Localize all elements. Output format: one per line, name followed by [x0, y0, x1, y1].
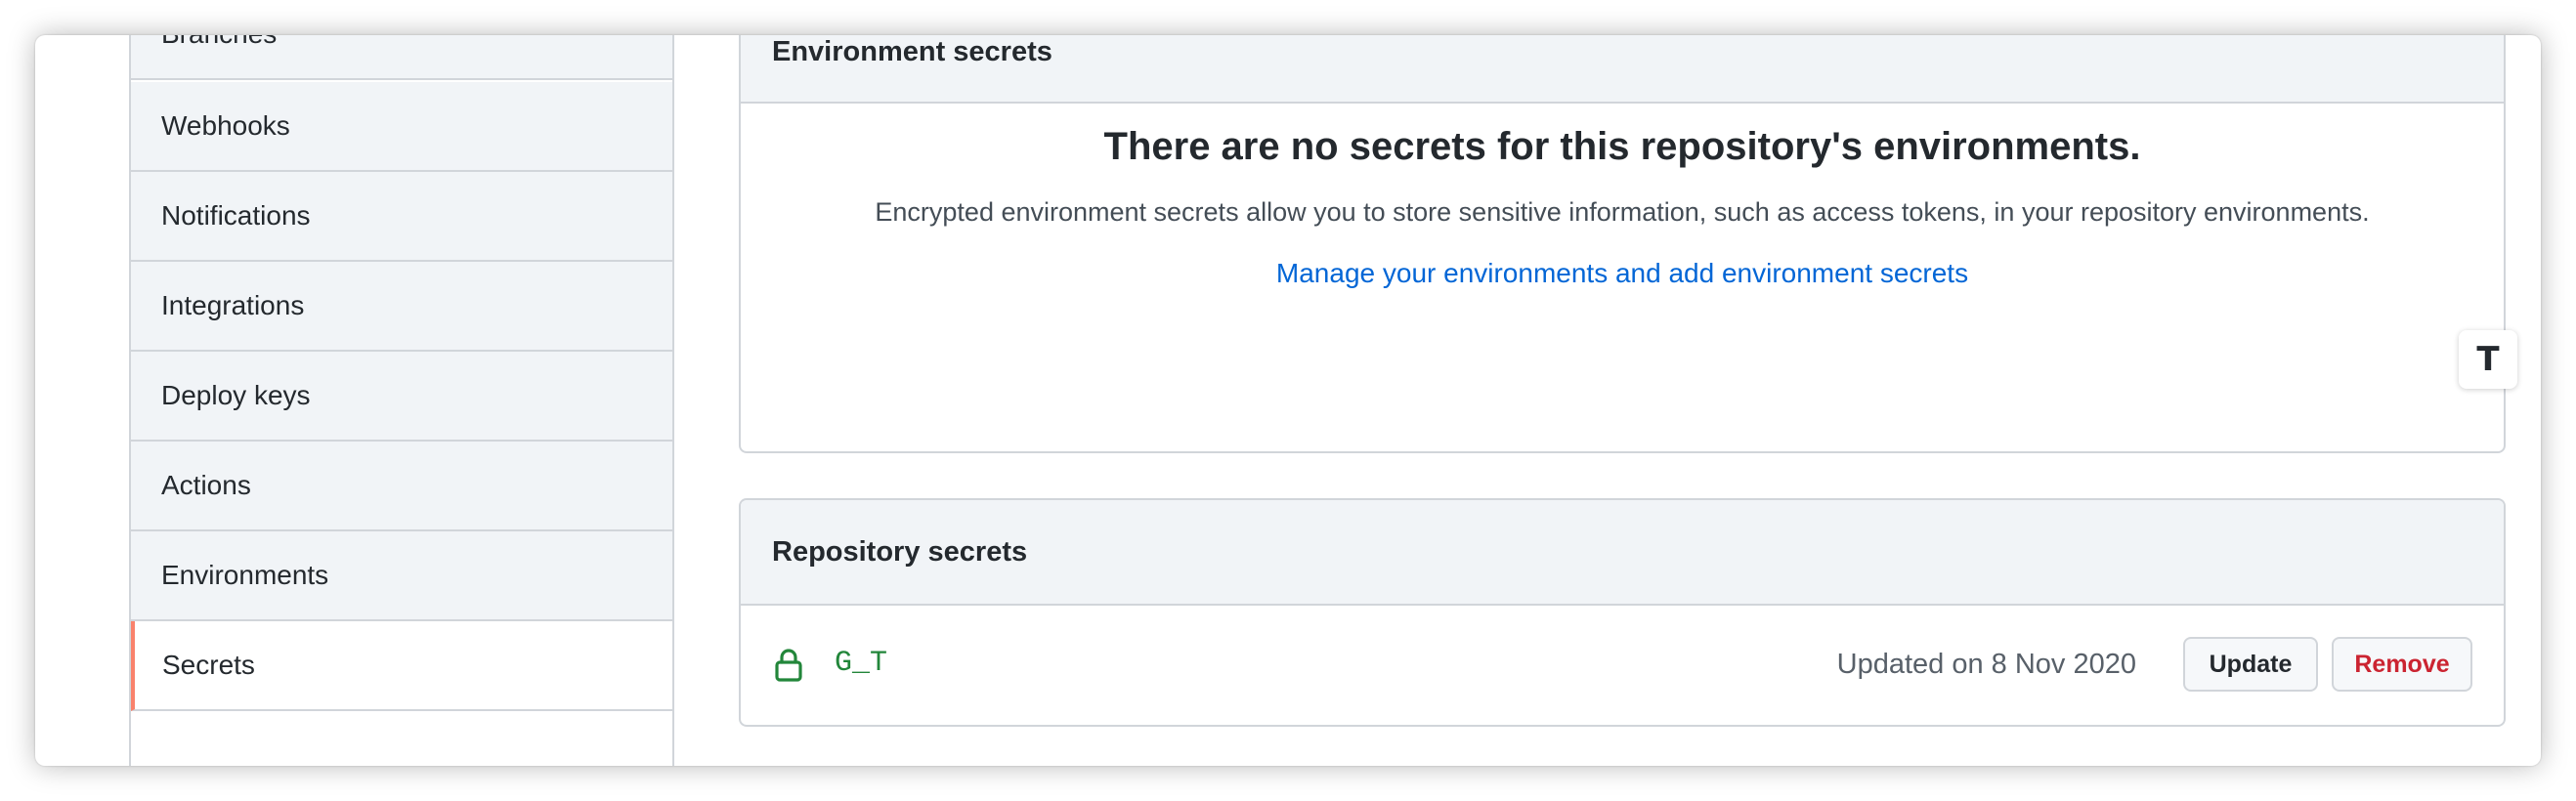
- sidebar-item-label: Branches: [161, 35, 277, 50]
- sidebar-item-label: Deploy keys: [161, 380, 311, 410]
- environment-secrets-header: Environment secrets: [741, 35, 2504, 104]
- manage-environments-link[interactable]: Manage your environments and add environ…: [741, 258, 2504, 289]
- update-secret-button[interactable]: Update: [2183, 637, 2318, 692]
- sidebar-item-label: Secrets: [162, 650, 255, 680]
- settings-sidebar: Branches Webhooks Notifications Integrat…: [129, 35, 674, 766]
- browser-window: Branches Webhooks Notifications Integrat…: [35, 35, 2541, 766]
- sidebar-item-label: Environments: [161, 560, 329, 590]
- sidebar-item-environments[interactable]: Environments: [131, 531, 672, 621]
- repository-secrets-header: Repository secrets: [741, 500, 2504, 606]
- remove-secret-button[interactable]: Remove: [2332, 637, 2472, 692]
- lock-icon: [775, 649, 802, 682]
- sidebar-item-integrations[interactable]: Integrations: [131, 262, 672, 352]
- sidebar-item-branches[interactable]: Branches: [131, 35, 672, 80]
- sidebar-item-webhooks[interactable]: Webhooks: [131, 82, 672, 172]
- sidebar-item-actions[interactable]: Actions: [131, 442, 672, 531]
- blank-slate-description: Encrypted environment secrets allow you …: [875, 197, 2370, 227]
- sidebar-item-label: Notifications: [161, 200, 311, 231]
- environment-secrets-box: Environment secrets There are no secrets…: [739, 35, 2506, 453]
- secret-row: G_T Updated on 8 Nov 2020 Update Remove: [741, 606, 2504, 725]
- sidebar-item-label: Webhooks: [161, 110, 290, 141]
- sidebar-item-deploy-keys[interactable]: Deploy keys: [131, 352, 672, 442]
- secret-name: G_T: [835, 647, 888, 680]
- sidebar-item-label: Integrations: [161, 290, 305, 320]
- text-format-glyph: T: [2476, 340, 2500, 379]
- repository-secrets-box: Repository secrets G_T Updated on 8 Nov …: [739, 498, 2506, 727]
- text-format-icon[interactable]: T: [2459, 330, 2517, 389]
- sidebar-item-notifications[interactable]: Notifications: [131, 172, 672, 262]
- secret-updated-date: Updated on 8 Nov 2020: [1836, 649, 2136, 680]
- sidebar-item-secrets[interactable]: Secrets: [131, 621, 672, 711]
- blank-slate-title: There are no secrets for this repository…: [1103, 125, 2141, 168]
- sidebar-item-label: Actions: [161, 470, 251, 500]
